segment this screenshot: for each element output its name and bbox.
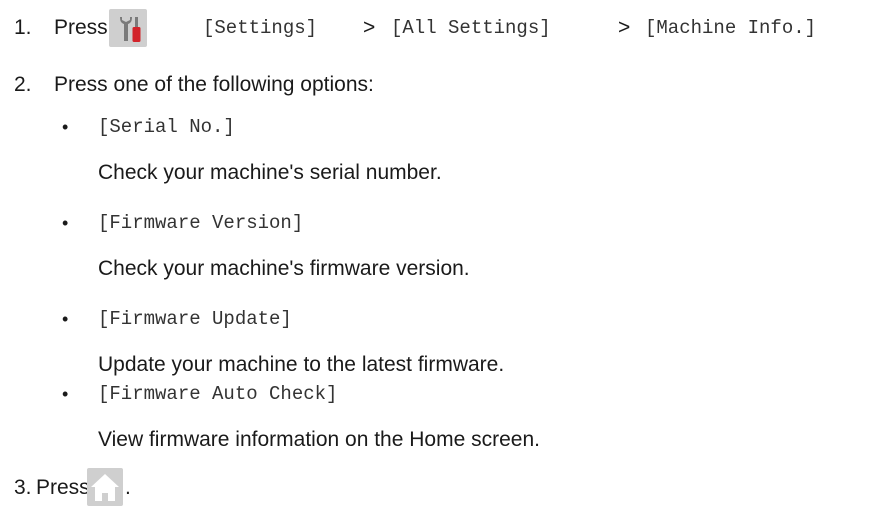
bullet-4: • [62,384,69,404]
menu-path-separator-1: > [363,16,376,39]
option-2-label: [Firmware Version] [98,212,304,234]
step-2-text: Press one of the following options: [54,73,374,96]
menu-path-all-settings: [All Settings] [391,17,551,39]
step-3-number: 3. [14,476,32,499]
menu-path-settings: [Settings] [203,17,318,39]
option-1-label: [Serial No.] [98,116,235,138]
bullet-2: • [62,213,69,233]
menu-path-separator-2: > [618,16,631,39]
bullet-3: • [62,309,69,329]
step-3-period: . [125,476,131,499]
step-2-number: 2. [14,73,32,96]
step-1-number: 1. [14,16,32,39]
menu-path-machine-info: [Machine Info.] [645,17,817,39]
option-4-label: [Firmware Auto Check] [98,383,338,405]
settings-tools-icon [109,9,147,47]
option-1-description: Check your machine's serial number. [98,161,442,184]
settings-tools-icon-graphic [120,17,141,42]
option-3-label: [Firmware Update] [98,308,292,330]
option-2-description: Check your machine's firmware version. [98,257,470,280]
option-4-description: View firmware information on the Home sc… [98,428,540,451]
step-3-press-text: Press [36,476,90,499]
home-icon-graphic [91,474,119,501]
home-icon [87,468,123,506]
option-3-description: Update your machine to the latest firmwa… [98,353,505,376]
step-1-press-text: Press [54,16,108,39]
bullet-1: • [62,117,69,137]
